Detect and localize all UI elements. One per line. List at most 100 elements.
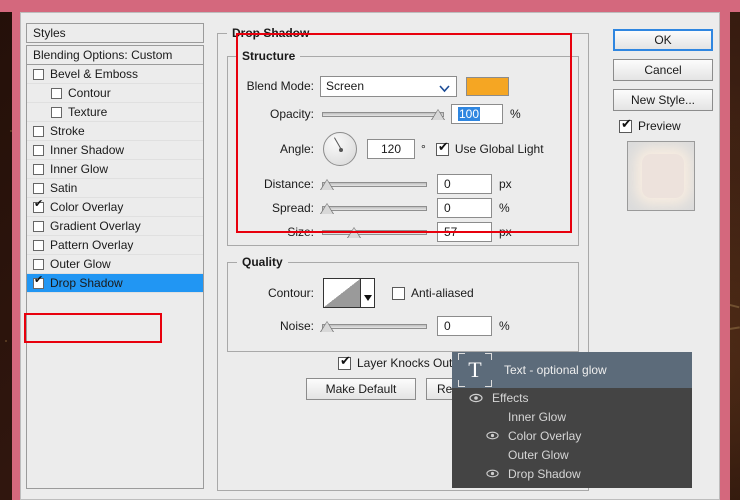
noise-slider-track <box>322 324 427 329</box>
style-item-label: Color Overlay <box>50 198 123 217</box>
effects-group-row[interactable]: Effects <box>452 388 692 407</box>
anti-aliased-checkbox[interactable] <box>392 287 405 300</box>
style-item-label: Satin <box>50 179 77 198</box>
contour-dropdown-button[interactable] <box>361 278 375 308</box>
noise-input[interactable]: 0 <box>437 316 492 336</box>
make-default-button[interactable]: Make Default <box>306 378 416 400</box>
size-slider[interactable] <box>322 225 427 239</box>
spread-slider[interactable] <box>322 201 427 215</box>
style-item-checkbox[interactable] <box>33 164 44 175</box>
style-item-checkbox[interactable] <box>33 183 44 194</box>
blend-mode-select[interactable]: Screen <box>320 76 457 97</box>
ok-button[interactable]: OK <box>613 29 713 51</box>
style-list-item[interactable]: Inner Glow <box>27 160 203 179</box>
cancel-button[interactable]: Cancel <box>613 59 713 81</box>
angle-unit: ° <box>421 142 426 156</box>
style-list-item[interactable]: Bevel & Emboss <box>27 65 203 84</box>
preview-row[interactable]: Preview <box>619 119 717 133</box>
angle-dial-hub <box>339 148 343 152</box>
style-list-item[interactable]: Color Overlay <box>27 198 203 217</box>
style-preview-thumbnail <box>627 141 695 211</box>
effect-row[interactable]: Color Overlay <box>452 426 692 445</box>
layer-knocks-out-checkbox[interactable] <box>338 357 351 370</box>
new-style-button[interactable]: New Style... <box>613 89 713 111</box>
style-item-checkbox[interactable] <box>33 69 44 80</box>
style-item-checkbox[interactable] <box>33 202 44 213</box>
blend-mode-value: Screen <box>326 79 364 93</box>
layer-row[interactable]: T Text - optional glow <box>452 352 692 388</box>
spread-label: Spread: <box>236 201 314 215</box>
use-global-light-label: Use Global Light <box>455 142 544 156</box>
styles-header[interactable]: Styles <box>26 23 204 43</box>
style-item-label: Inner Glow <box>50 160 108 179</box>
noise-slider-thumb[interactable] <box>321 320 333 332</box>
style-list-item[interactable]: Inner Shadow <box>27 141 203 160</box>
style-item-label: Stroke <box>50 122 85 141</box>
angle-label: Angle: <box>236 142 314 156</box>
style-item-checkbox[interactable] <box>33 259 44 270</box>
style-item-checkbox[interactable] <box>33 126 44 137</box>
style-list-item[interactable]: Stroke <box>27 122 203 141</box>
style-list-item[interactable]: Pattern Overlay <box>27 236 203 255</box>
effect-label: Color Overlay <box>508 429 581 443</box>
dialog-title-bar-strip <box>0 0 740 12</box>
spread-value: 0 <box>444 201 451 215</box>
contour-preview[interactable] <box>323 278 361 308</box>
effect-row[interactable]: Outer Glow <box>452 445 692 464</box>
style-item-checkbox[interactable] <box>33 145 44 156</box>
preview-label: Preview <box>638 119 681 133</box>
style-list-item[interactable]: Satin <box>27 179 203 198</box>
opacity-input[interactable]: 100 <box>451 104 503 124</box>
style-item-checkbox[interactable] <box>33 278 44 289</box>
style-item-checkbox[interactable] <box>33 240 44 251</box>
blending-options-row[interactable]: Blending Options: Custom <box>26 45 204 65</box>
effect-label: Drop Shadow <box>508 467 581 481</box>
preview-checkbox[interactable] <box>619 120 632 133</box>
style-list-item[interactable]: Contour <box>27 84 203 103</box>
eye-icon[interactable] <box>482 431 502 440</box>
style-list-item[interactable]: Gradient Overlay <box>27 217 203 236</box>
distance-input[interactable]: 0 <box>437 174 492 194</box>
distance-slider[interactable] <box>322 177 427 191</box>
effect-label: Outer Glow <box>508 448 569 462</box>
opacity-slider-thumb[interactable] <box>432 108 444 120</box>
effects-label: Effects <box>492 391 528 405</box>
opacity-label: Opacity: <box>236 107 314 121</box>
use-global-light-checkbox[interactable] <box>436 143 449 156</box>
use-global-light-row[interactable]: Use Global Light <box>436 142 544 156</box>
style-item-checkbox[interactable] <box>51 88 62 99</box>
eye-icon[interactable] <box>466 393 486 403</box>
style-list-item[interactable]: Outer Glow <box>27 255 203 274</box>
layers-panel-popup: T Text - optional glow Effects Inner Glo… <box>452 352 692 488</box>
angle-value: 120 <box>381 142 401 156</box>
quality-legend: Quality <box>237 255 288 269</box>
distance-slider-thumb[interactable] <box>321 178 333 190</box>
spread-slider-thumb[interactable] <box>321 202 333 214</box>
angle-dial[interactable] <box>323 132 357 166</box>
style-item-checkbox[interactable] <box>51 107 62 118</box>
layer-thumbnail: T <box>458 353 492 387</box>
size-input[interactable]: 57 <box>437 222 492 242</box>
opacity-slider[interactable] <box>322 107 444 121</box>
noise-slider[interactable] <box>322 319 427 333</box>
chevron-down-icon <box>439 82 450 96</box>
size-slider-thumb[interactable] <box>348 226 360 238</box>
opacity-slider-track <box>322 112 444 117</box>
style-list-item[interactable]: Texture <box>27 103 203 122</box>
style-list-item[interactable]: Drop Shadow <box>27 274 203 293</box>
drop-shadow-legend: Drop Shadow <box>227 26 314 40</box>
effect-row[interactable]: Drop Shadow <box>452 464 692 483</box>
anti-aliased-row[interactable]: Anti-aliased <box>392 286 474 300</box>
eye-icon[interactable] <box>482 469 502 478</box>
style-item-label: Inner Shadow <box>50 141 124 160</box>
style-item-checkbox[interactable] <box>33 221 44 232</box>
opacity-unit: % <box>510 107 521 121</box>
styles-panel: Styles Blending Options: Custom Bevel & … <box>26 23 204 491</box>
effect-row[interactable]: Inner Glow <box>452 407 692 426</box>
shadow-color-swatch[interactable] <box>466 77 509 96</box>
spread-slider-track <box>322 206 427 211</box>
chevron-down-icon <box>364 290 372 304</box>
size-unit: px <box>499 225 512 239</box>
spread-input[interactable]: 0 <box>437 198 492 218</box>
anti-aliased-label: Anti-aliased <box>411 286 474 300</box>
